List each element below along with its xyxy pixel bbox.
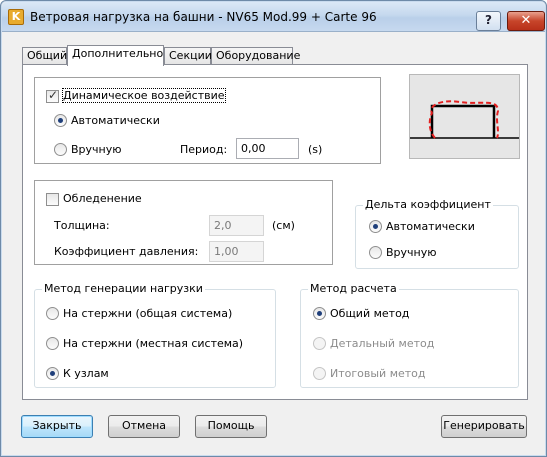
delta-manual-label[interactable]: Вручную bbox=[386, 246, 437, 259]
calc-general-radio[interactable] bbox=[313, 307, 326, 320]
pressure-coef-input[interactable]: 1,00 bbox=[209, 241, 264, 262]
close-title-button[interactable]: ✕ bbox=[507, 11, 545, 31]
load-bars-global-label[interactable]: На стержни (общая система) bbox=[63, 307, 232, 320]
delta-coef-legend: Дельта коэффициент bbox=[363, 198, 493, 211]
cancel-button[interactable]: Отмена bbox=[108, 415, 180, 438]
calc-summary-radio[interactable] bbox=[313, 367, 326, 380]
dialog-window: K Ветровая нагрузка на башни - NV65 Mod.… bbox=[0, 0, 547, 457]
dynamic-checkbox[interactable] bbox=[46, 88, 59, 103]
tower-mode-shape-icon bbox=[410, 100, 519, 139]
calc-detailed-label[interactable]: Детальный метод bbox=[330, 337, 434, 350]
dynamic-manual-radio[interactable] bbox=[54, 143, 67, 156]
window-title: Ветровая нагрузка на башни - NV65 Mod.99… bbox=[30, 10, 377, 24]
delta-auto-label[interactable]: Автоматически bbox=[386, 220, 475, 233]
tab-equipment[interactable]: Оборудование bbox=[211, 47, 300, 65]
dynamic-frame: Динамическое воздействие Автоматически В… bbox=[34, 77, 381, 164]
load-generation-group: Метод генерации нагрузки На стержни (общ… bbox=[34, 282, 276, 388]
close-button[interactable]: Закрыть bbox=[21, 415, 93, 438]
delta-auto-radio[interactable] bbox=[369, 220, 382, 233]
period-label: Период: bbox=[180, 143, 228, 156]
help-title-button[interactable]: ? bbox=[476, 11, 501, 31]
tab-general[interactable]: Общий bbox=[22, 47, 67, 65]
title-bar[interactable]: K Ветровая нагрузка на башни - NV65 Mod.… bbox=[2, 2, 545, 32]
calc-method-group: Метод расчета Общий метод Детальный мето… bbox=[300, 282, 519, 388]
calc-method-legend: Метод расчета bbox=[308, 282, 399, 295]
icing-checkbox-label[interactable]: Обледенение bbox=[63, 192, 142, 205]
tab-sections[interactable]: Секции bbox=[164, 47, 212, 65]
app-icon: K bbox=[8, 9, 24, 25]
load-bars-local-label[interactable]: На стержни (местная система) bbox=[63, 337, 243, 350]
dynamic-checkbox-label[interactable]: Динамическое воздействие bbox=[62, 88, 226, 103]
calc-detailed-radio[interactable] bbox=[313, 337, 326, 350]
delta-coef-group: Дельта коэффициент Автоматически Вручную bbox=[355, 198, 519, 269]
thickness-unit: (см) bbox=[272, 219, 295, 232]
dynamic-shape-preview bbox=[409, 74, 520, 159]
calc-general-label[interactable]: Общий метод bbox=[330, 307, 409, 320]
thickness-label: Толщина: bbox=[54, 219, 110, 232]
load-nodes-label[interactable]: К узлам bbox=[63, 367, 109, 380]
dynamic-auto-label[interactable]: Автоматически bbox=[71, 114, 160, 127]
generate-button[interactable]: Генерировать bbox=[441, 415, 527, 438]
icing-checkbox[interactable] bbox=[46, 193, 59, 206]
help-button[interactable]: Помощь bbox=[195, 415, 267, 438]
load-nodes-radio[interactable] bbox=[46, 367, 59, 380]
period-input[interactable]: 0,00 bbox=[236, 138, 299, 159]
icing-frame: Обледенение Толщина: 2,0 (см) Коэффициен… bbox=[34, 180, 333, 265]
calc-summary-label[interactable]: Итоговый метод bbox=[330, 367, 426, 380]
dynamic-manual-label[interactable]: Вручную bbox=[71, 143, 122, 156]
load-bars-local-radio[interactable] bbox=[46, 337, 59, 350]
tab-advanced[interactable]: Дополнительно bbox=[67, 45, 164, 66]
period-unit: (s) bbox=[308, 143, 323, 156]
load-generation-legend: Метод генерации нагрузки bbox=[42, 282, 205, 295]
load-bars-global-radio[interactable] bbox=[46, 307, 59, 320]
delta-manual-radio[interactable] bbox=[369, 246, 382, 259]
tab-panel-advanced: Динамическое воздействие Автоматически В… bbox=[22, 64, 528, 400]
thickness-input[interactable]: 2,0 bbox=[209, 215, 264, 236]
dynamic-auto-radio[interactable] bbox=[54, 114, 67, 127]
pressure-coef-label: Коэффициент давления: bbox=[54, 245, 199, 258]
